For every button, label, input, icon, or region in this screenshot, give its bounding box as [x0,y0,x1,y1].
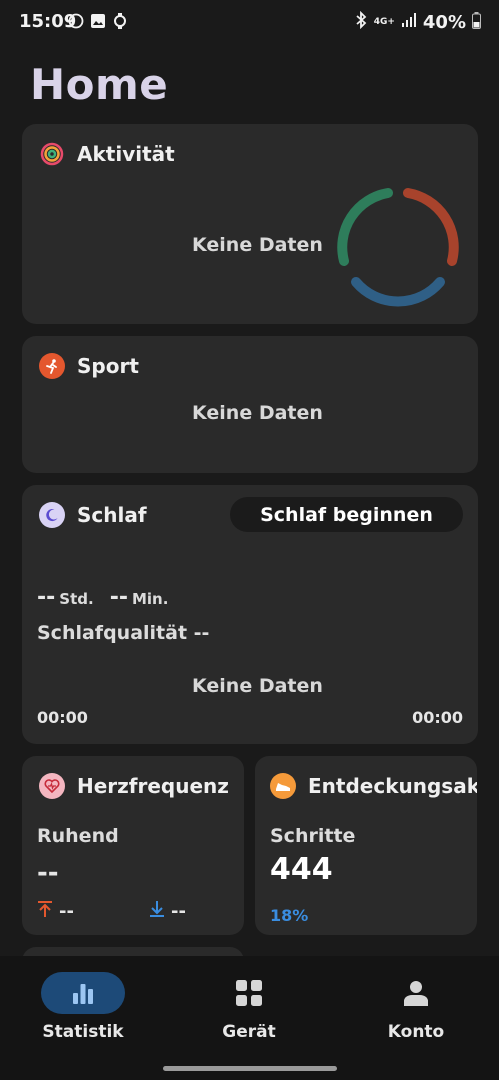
sport-card[interactable]: Sport Keine Daten [22,336,478,473]
nav-geraet-icon-wrap [207,972,291,1014]
resting-value: -- [37,858,59,888]
heart-rate-card[interactable]: Herzfrequenz Ruhend -- -- -- [22,756,244,935]
nav-statistik-highlight [41,972,125,1014]
sleep-no-data: Keine Daten [192,675,323,697]
grid-icon [236,980,262,1006]
heart-rate-header: Herzfrequenz [39,773,229,799]
bluetooth-icon [354,10,368,33]
discovery-title: Entdeckungsaktiv [308,774,477,798]
steps-value: 444 [270,852,333,887]
min-value: -- [171,900,186,922]
sleep-title: Schlaf [77,503,147,527]
bottom-navigation: Statistik Gerät Konto [0,956,499,1080]
signal-icon [401,12,417,32]
start-sleep-button[interactable]: Schlaf beginnen [230,497,463,532]
running-icon [39,353,65,379]
sport-title: Sport [77,354,139,378]
nav-statistik[interactable]: Statistik [8,972,158,1042]
battery-icon [472,11,481,33]
bar-chart-icon [73,984,93,1004]
activity-header: Aktivität [39,141,175,167]
moon-icon [39,502,65,528]
status-notification-icons [68,13,128,29]
nav-statistik-label: Statistik [42,1022,124,1042]
sleep-start-time: 00:00 [37,708,88,727]
discovery-header: Entdeckungsaktiv [270,773,477,799]
nav-konto[interactable]: Konto [341,972,491,1042]
steps-percent: 18% [270,906,309,925]
sleep-hours-value: -- [37,585,56,610]
resting-label: Ruhend [37,825,119,847]
sleep-minutes-value: -- [109,585,128,610]
heart-rate-title: Herzfrequenz [77,774,229,798]
screen: 15:09 4G+ 40% Home Aktivität Keine Daten… [0,0,499,1080]
page-title: Home [30,60,169,109]
discovery-card[interactable]: Entdeckungsaktiv Schritte 444 18% [255,756,477,935]
activity-rings-icon [39,141,65,167]
whatsapp-icon [68,13,84,29]
sleep-quality: Schlafqualität -- [37,622,210,644]
gallery-icon [90,13,106,29]
sleep-header: Schlaf [39,502,147,528]
max-value: -- [59,900,74,922]
min-heart-rate: -- [149,900,186,922]
ring-segment-red [403,188,459,266]
watch-icon [112,13,128,29]
person-icon [404,981,428,1006]
steps-label: Schritte [270,825,356,847]
heart-icon [39,773,65,799]
sleep-end-time: 00:00 [412,708,463,727]
max-heart-rate: -- [37,900,74,922]
nav-geraet[interactable]: Gerät [174,972,324,1042]
sleep-card[interactable]: Schlaf Schlaf beginnen -- Std. -- Min. S… [22,485,478,744]
battery-percent: 40% [422,11,466,33]
activity-rings-chart [335,184,461,310]
ring-segment-green [337,188,393,266]
sport-no-data: Keine Daten [192,402,323,424]
nav-konto-label: Konto [387,1022,445,1042]
arrow-up-icon [37,900,53,922]
sport-header: Sport [39,353,139,379]
status-right: 4G+ 40% [354,10,481,33]
sleep-duration: -- Std. -- Min. [37,585,168,610]
shoe-icon [270,773,296,799]
arrow-down-icon [149,900,165,922]
network-type: 4G+ [373,16,395,27]
activity-no-data: Keine Daten [192,234,323,256]
activity-card[interactable]: Aktivität Keine Daten [22,124,478,324]
sleep-hours-unit: Std. [59,590,94,608]
activity-title: Aktivität [77,142,175,166]
ring-segment-blue [351,277,445,307]
nav-geraet-label: Gerät [222,1022,276,1042]
nav-konto-icon-wrap [374,972,458,1014]
home-indicator[interactable] [163,1066,337,1071]
sleep-minutes-unit: Min. [131,590,169,608]
status-bar: 15:09 4G+ 40% [0,0,499,46]
